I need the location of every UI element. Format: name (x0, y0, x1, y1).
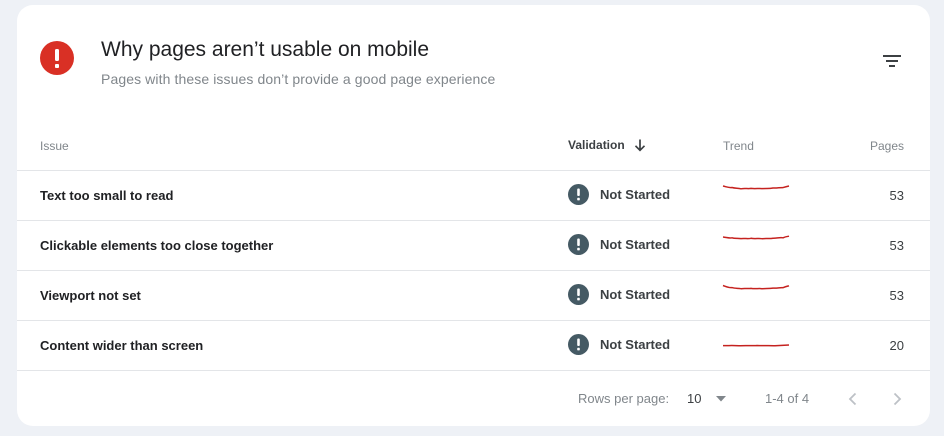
next-page-button[interactable] (885, 387, 909, 411)
column-header-trend[interactable]: Trend (723, 139, 754, 153)
pages-count: 53 (889, 238, 904, 253)
card-title: Why pages aren’t usable on mobile (101, 38, 430, 61)
trend-sparkline (721, 179, 791, 203)
pages-count: 20 (889, 338, 904, 353)
error-icon (568, 234, 589, 255)
column-header-validation[interactable]: Validation (568, 138, 647, 152)
status-text: Not Started (600, 337, 671, 352)
card-subtitle: Pages with these issues don’t provide a … (101, 71, 496, 87)
arrow-down-icon (633, 138, 647, 152)
rows-per-page-label: Rows per page: (578, 391, 670, 406)
issue-name: Content wider than screen (40, 338, 204, 353)
filter-list-icon (883, 55, 901, 67)
mobile-usability-card: Why pages aren’t usable on mobile Pages … (17, 5, 930, 426)
issue-name: Text too small to read (40, 188, 174, 203)
pagination-range: 1-4 of 4 (765, 391, 810, 406)
error-icon (40, 41, 74, 75)
validation-status: Not Started (568, 284, 670, 305)
issue-name: Clickable elements too close together (40, 238, 274, 253)
rows-per-page-value: 10 (687, 391, 702, 406)
chevron-right-icon (893, 392, 902, 406)
filter-button[interactable] (879, 48, 905, 74)
validation-status: Not Started (568, 334, 670, 355)
error-icon (568, 334, 589, 355)
column-header-validation-label: Validation (568, 138, 625, 152)
column-header-pages[interactable]: Pages (870, 139, 904, 153)
status-text: Not Started (600, 287, 671, 302)
trend-sparkline (721, 279, 791, 303)
validation-status: Not Started (568, 184, 670, 205)
table-header: Issue Validation Trend Pages (17, 119, 930, 171)
validation-status: Not Started (568, 234, 670, 255)
pages-count: 53 (889, 188, 904, 203)
chevron-left-icon (848, 392, 857, 406)
table-row[interactable]: Text too small to read Not Started 53 (17, 171, 930, 221)
arrow-drop-down-icon (715, 394, 727, 404)
trend-sparkline (721, 329, 791, 353)
status-text: Not Started (600, 237, 671, 252)
previous-page-button[interactable] (841, 387, 865, 411)
issue-name: Viewport not set (40, 288, 141, 303)
table-row[interactable]: Content wider than screen Not Started 20 (17, 321, 930, 371)
status-text: Not Started (600, 187, 671, 202)
table-row[interactable]: Viewport not set Not Started 53 (17, 271, 930, 321)
column-header-issue[interactable]: Issue (40, 139, 69, 153)
trend-sparkline (721, 229, 791, 253)
error-icon (568, 184, 589, 205)
error-icon (568, 284, 589, 305)
pages-count: 53 (889, 288, 904, 303)
rows-per-page-select[interactable]: 10 (685, 386, 735, 412)
table-row[interactable]: Clickable elements too close together No… (17, 221, 930, 271)
issues-table: Issue Validation Trend Pages Text too sm… (17, 119, 930, 371)
table-pagination: Rows per page: 10 1-4 of 4 (17, 377, 930, 421)
